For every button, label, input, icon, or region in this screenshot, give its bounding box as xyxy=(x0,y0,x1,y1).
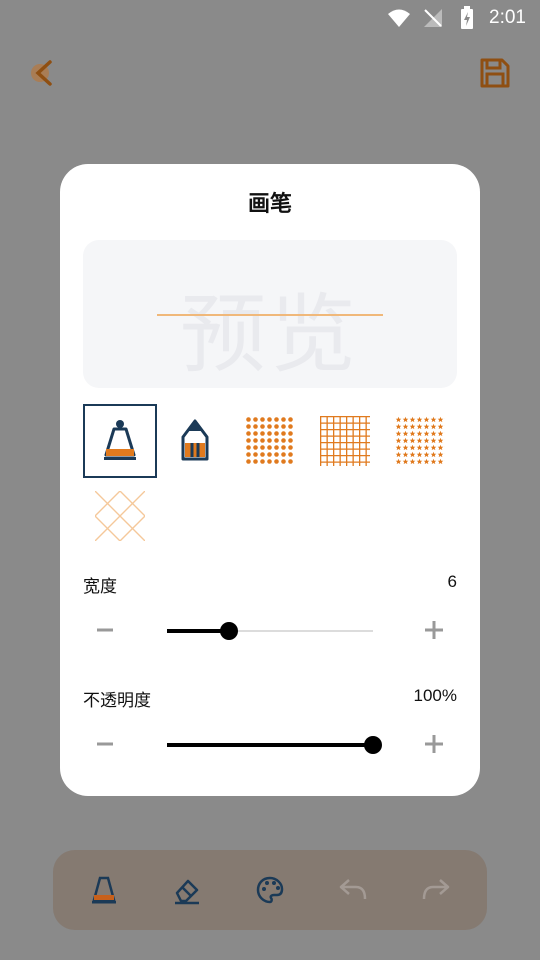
palette-icon xyxy=(256,876,284,904)
brush-preview: 预览 xyxy=(83,240,457,388)
battery-charging-icon xyxy=(455,6,479,30)
save-icon xyxy=(480,58,510,88)
palette-tool-button[interactable] xyxy=(246,866,294,914)
width-decrease-button[interactable] xyxy=(87,612,123,648)
minus-icon xyxy=(97,628,113,632)
dialog-title: 画笔 xyxy=(247,192,292,217)
brush-dialog: 画笔 预览 宽度 6 不透明度 100% xyxy=(60,164,480,796)
chevron-left-icon xyxy=(31,60,52,86)
stars-pattern-icon xyxy=(395,416,445,466)
width-label: 宽度 xyxy=(83,577,117,597)
width-increase-button[interactable] xyxy=(416,612,452,648)
redo-icon xyxy=(422,879,449,900)
brush-dots-pattern[interactable] xyxy=(233,404,307,478)
eraser-icon xyxy=(175,879,200,905)
opacity-label: 不透明度 xyxy=(83,691,151,711)
status-time: 2:01 xyxy=(489,7,526,28)
crosshatch-pattern-icon xyxy=(95,491,145,541)
plus-icon xyxy=(425,735,443,753)
width-slider-thumb[interactable] xyxy=(219,622,238,640)
opacity-slider[interactable] xyxy=(167,736,382,754)
plus-icon xyxy=(425,621,443,639)
opacity-slider-thumb[interactable] xyxy=(364,736,382,754)
pencil-icon xyxy=(181,419,209,461)
status-bar: 2:01 xyxy=(0,0,540,36)
dots-pattern-icon xyxy=(245,416,295,466)
brush-crosshatch-pattern[interactable] xyxy=(83,479,157,553)
opacity-increase-button[interactable] xyxy=(416,726,452,762)
brush-grid-pattern[interactable] xyxy=(308,404,382,478)
grid-pattern-icon xyxy=(320,416,370,466)
bottom-toolbar xyxy=(53,850,487,930)
width-value: 6 xyxy=(447,572,457,591)
back-button[interactable] xyxy=(24,54,62,92)
redo-button[interactable] xyxy=(412,866,460,914)
brush-stars-pattern[interactable] xyxy=(383,404,457,478)
save-button[interactable] xyxy=(476,54,514,92)
undo-button[interactable] xyxy=(329,866,377,914)
wifi-icon xyxy=(387,6,411,30)
minus-icon xyxy=(97,742,113,746)
opacity-decrease-button[interactable] xyxy=(87,726,123,762)
brush-marker[interactable] xyxy=(83,404,157,478)
no-signal-icon xyxy=(421,6,445,30)
opacity-slider-fill xyxy=(167,743,373,747)
width-slider[interactable] xyxy=(167,622,373,640)
undo-icon xyxy=(339,879,367,900)
marker-tool-button[interactable] xyxy=(80,866,128,914)
opacity-value: 100% xyxy=(413,686,457,705)
eraser-tool-button[interactable] xyxy=(163,866,211,914)
preview-stroke xyxy=(157,314,383,316)
brush-pencil[interactable] xyxy=(158,404,232,478)
marker-icon xyxy=(92,876,117,904)
marker-icon xyxy=(104,420,136,460)
preview-watermark: 预览 xyxy=(180,285,360,385)
